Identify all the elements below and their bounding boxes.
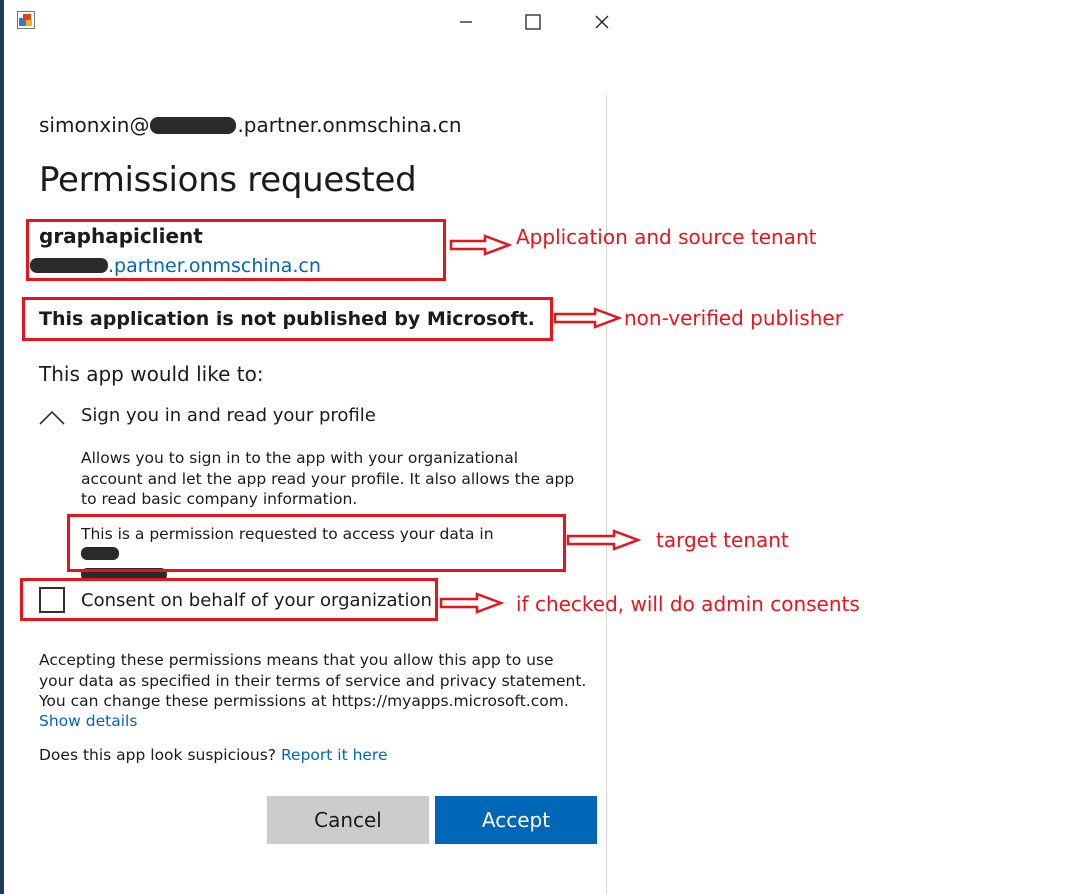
account-prefix: simonxin@ — [39, 113, 150, 137]
suspicious-prompt: Does this app look suspicious? Report it… — [39, 746, 388, 764]
app-window-icon — [17, 11, 35, 29]
annotation-box-app-tenant — [26, 219, 446, 281]
annotation-app-tenant: Application and source tenant — [516, 225, 817, 249]
close-icon — [595, 15, 609, 29]
annotation-arrow-icon — [566, 529, 642, 551]
annotation-consent: if checked, will do admin consents — [516, 592, 860, 616]
accept-button[interactable]: Accept — [435, 796, 597, 844]
report-link[interactable]: Report it here — [281, 746, 388, 764]
close-button[interactable] — [582, 8, 622, 36]
maximize-button[interactable] — [513, 8, 553, 36]
minimize-icon — [460, 21, 472, 23]
acceptance-line: Accepting these permissions means that y… — [39, 651, 554, 669]
description-line: Allows you to sign in to the app with yo… — [81, 449, 519, 467]
description-line: account and let the app read your profil… — [81, 469, 575, 488]
acceptance-line: You can change these permissions at http… — [39, 692, 569, 710]
acceptance-statement: Accepting these permissions means that y… — [39, 650, 586, 712]
annotation-box-publisher — [22, 297, 553, 341]
cancel-button[interactable]: Cancel — [267, 796, 429, 844]
permission-title[interactable]: Sign you in and read your profile — [81, 405, 376, 426]
annotation-box-target — [67, 514, 566, 572]
account-suffix: .partner.onmschina.cn — [237, 113, 462, 137]
annotation-box-consent — [20, 578, 438, 621]
page-title: Permissions requested — [39, 160, 417, 200]
acceptance-line: your data as specified in their terms of… — [39, 671, 587, 690]
permission-description: Allows you to sign in to the app with yo… — [81, 448, 591, 510]
redacted-domain — [150, 117, 237, 134]
annotation-arrow-icon — [553, 307, 623, 329]
annotation-publisher: non-verified publisher — [624, 306, 843, 330]
chevron-up-icon[interactable] — [39, 409, 65, 425]
maximize-icon — [525, 14, 541, 30]
annotation-arrow-icon — [449, 234, 513, 256]
show-details-link[interactable]: Show details — [39, 712, 137, 730]
annotation-target: target tenant — [656, 528, 789, 552]
suspicious-question: Does this app look suspicious? — [39, 746, 277, 764]
signed-in-account: simonxin@ .partner.onmschina.cn — [39, 113, 462, 137]
permissions-heading: This app would like to: — [39, 362, 264, 386]
window-right-divider — [606, 95, 607, 894]
annotation-arrow-icon — [439, 592, 505, 614]
title-bar — [4, 0, 610, 44]
minimize-button[interactable] — [446, 8, 486, 36]
description-line: to read basic company information. — [81, 490, 358, 508]
